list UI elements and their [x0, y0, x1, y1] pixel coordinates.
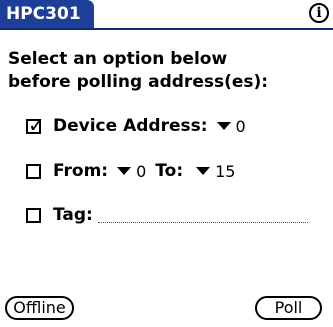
info-icon[interactable]: i: [309, 3, 329, 23]
title-bar: HPC301 i: [0, 0, 333, 30]
tag-label: Tag:: [53, 205, 93, 225]
from-value: 0: [136, 161, 147, 181]
to-label: To:: [155, 161, 184, 181]
dropdown-arrow-icon: [216, 122, 231, 130]
device-address-value: 0: [235, 116, 246, 136]
instructions-line-2: before polling address(es):: [8, 72, 269, 92]
tag-checkbox[interactable]: [26, 207, 41, 223]
device-address-select[interactable]: 0: [216, 116, 246, 136]
instructions-line-1: Select an option below: [8, 49, 228, 69]
offline-button[interactable]: Offline: [5, 296, 74, 320]
device-address-checkbox[interactable]: [26, 113, 45, 137]
device-address-label: Device Address:: [53, 116, 208, 136]
to-select[interactable]: 15: [196, 162, 235, 181]
poll-button[interactable]: Poll: [255, 296, 322, 320]
dropdown-arrow-icon: [196, 167, 211, 175]
range-checkbox[interactable]: [26, 163, 41, 179]
app-title[interactable]: HPC301: [0, 0, 94, 28]
instructions: Select an option below before polling ad…: [8, 48, 328, 94]
dropdown-arrow-icon: [117, 167, 132, 175]
device-address-row: Device Address: 0: [26, 113, 246, 137]
from-select[interactable]: 0: [117, 162, 146, 181]
tag-input[interactable]: [97, 208, 308, 223]
to-value: 15: [215, 161, 236, 181]
from-label: From:: [53, 161, 109, 181]
range-row: From: 0 To: 15: [26, 160, 235, 182]
tag-row: Tag:: [26, 204, 308, 226]
